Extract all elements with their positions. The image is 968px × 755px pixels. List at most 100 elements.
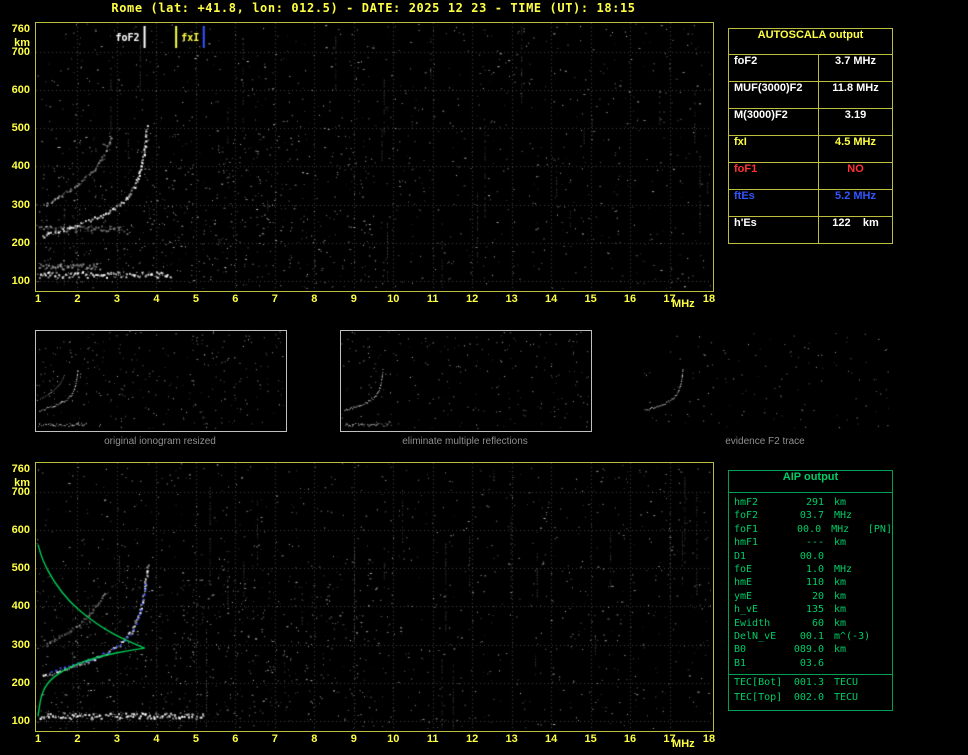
autoscala-row-foF2: foF2 3.7 MHz: [729, 55, 892, 82]
aip-param-value: 089.0: [793, 644, 824, 656]
aip-param-unit: MHz: [834, 563, 853, 575]
autoscala-row-hEs: h'Es 122 km: [729, 217, 892, 243]
bottom-ionogram-y-tick-500: 500: [11, 562, 30, 575]
bottom-ionogram-x-tick-14: 14: [544, 733, 558, 745]
top-ionogram-x-tick-14: 14: [544, 293, 558, 305]
top-ionogram-frame: [35, 22, 714, 292]
autoscala-param-value: 3.7 MHz: [835, 55, 876, 67]
top-ionogram-x-tick-6: 6: [232, 293, 239, 305]
aip-row-B0: B0 089.0 km: [729, 644, 892, 657]
aip-panel-title: AIP output: [729, 471, 892, 493]
autoscala-row-M3000F2: M(3000)F2 3.19: [729, 109, 892, 136]
aip-param-label: TEC[Bot]: [734, 677, 783, 689]
aip-param-label: foF2: [734, 510, 759, 522]
bottom-ionogram-y-tick-600: 600: [11, 524, 30, 537]
top-ionogram-x-tick-16: 16: [623, 293, 637, 305]
top-ionogram-y-tick-100: 100: [11, 275, 30, 287]
aip-param-value: 00.0: [799, 550, 824, 562]
bottom-ionogram-x-tick-6: 6: [232, 733, 239, 745]
autoscala-param-label: fxI: [729, 136, 819, 162]
top-ionogram-y-axis: 760 700 600 500 400 300 200 100 km: [0, 22, 33, 290]
aip-row-hmF1: hmF1 --- km: [729, 537, 892, 550]
aip-output-panel: AIP output hmF2 291 km foF2 03.7 MHz foF1 00.0 M…: [728, 470, 893, 711]
autoscala-param-label: foF2: [729, 55, 819, 81]
autoscala-row-MUF3000F2: MUF(3000)F2 11.8 MHz: [729, 82, 892, 109]
aip-param-value: 60: [811, 617, 824, 629]
aip-param-label: h_vE: [734, 604, 759, 616]
top-ionogram-x-tick-2: 2: [74, 293, 81, 305]
top-ionogram-x-tick-1: 1: [34, 293, 42, 305]
aip-param-unit: TECU: [834, 692, 859, 704]
bottom-ionogram-x-tick-18: 18: [702, 733, 716, 745]
aip-param-value: 110: [805, 577, 824, 589]
aip-row-foF2: foF2 03.7 MHz: [729, 510, 892, 523]
aip-param-value: 135: [805, 604, 824, 616]
autoscala-param-label: MUF(3000)F2: [729, 82, 819, 108]
aip-row-Ewidth: Ewidth 60 km: [729, 618, 892, 631]
top-ionogram-x-tick-9: 9: [350, 293, 357, 305]
aip-param-value: ---: [805, 537, 824, 549]
bottom-ionogram-x-tick-9: 9: [350, 733, 357, 745]
aip-result-rows: hmF2 291 km foF2 03.7 MHz foF1 00.0 MHz [PN] hmF1 -…: [729, 493, 892, 706]
autoscala-param-value: 4.5 MHz: [835, 136, 876, 148]
aip-row-B1: B1 03.6: [729, 658, 892, 671]
autoscala-panel-title: AUTOSCALA output: [729, 29, 892, 55]
aip-row-hmF2: hmF2 291 km: [729, 497, 892, 510]
inverted-ionogram-plot: 760 700 600 500 400 300 200 100 km 1 2 3 4 5 6 7 8 9 10 11 1…: [0, 462, 740, 755]
thumbnail-canvas-0: [36, 331, 284, 429]
autoscala-param-value: 3.19: [844, 109, 867, 121]
bottom-ionogram-x-axis-unit: MHz: [672, 738, 695, 750]
top-ionogram-canvas: [36, 23, 711, 289]
top-ionogram-y-axis-unit: km: [14, 37, 30, 49]
thumbnail-caption-1: eliminate multiple reflections: [402, 436, 528, 447]
aip-param-unit: km: [834, 617, 847, 629]
aip-row-hmE: hmE 110 km: [729, 577, 892, 590]
autoscala-param-label: h'Es: [729, 217, 819, 243]
bottom-ionogram-x-tick-7: 7: [271, 733, 278, 745]
bottom-ionogram-x-tick-2: 2: [74, 733, 81, 745]
thumbnail-0: original ionogram resized: [35, 330, 287, 447]
top-ionogram-y-tick-760: 760: [11, 23, 30, 35]
top-ionogram-y-tick-600: 600: [11, 84, 30, 97]
aip-param-value: 00.1: [799, 630, 824, 642]
autoscala-param-label: foF1: [729, 163, 819, 189]
autoscala-param-label: M(3000)F2: [729, 109, 819, 135]
top-ionogram-x-tick-7: 7: [271, 293, 278, 305]
top-ionogram-y-tick-500: 500: [11, 122, 30, 135]
aip-param-label: hmE: [734, 577, 753, 589]
top-ionogram-x-tick-3: 3: [113, 293, 120, 305]
thumbnail-caption-0: original ionogram resized: [104, 436, 216, 447]
aip-row-DelNvE: DelN_vE 00.1 m^(-3): [729, 631, 892, 644]
aip-param-label: ymE: [734, 590, 753, 602]
top-ionogram-x-tick-10: 10: [387, 293, 400, 305]
aip-param-unit: km: [834, 590, 847, 602]
aip-param-unit: km: [834, 497, 847, 508]
autoscala-row-ftEs: ftEs 5.2 MHz: [729, 190, 892, 217]
aip-param-unit: MHz: [834, 510, 853, 522]
bottom-ionogram-x-tick-15: 15: [584, 733, 597, 745]
top-ionogram-x-axis-unit: MHz: [672, 298, 695, 310]
aip-param-unit: MHz: [831, 523, 850, 535]
aip-param-value: 1.0: [805, 563, 824, 575]
aip-param-unit: km: [834, 537, 847, 549]
bottom-ionogram-x-axis: 1 2 3 4 5 6 7 8 9 10 11 12 13 14 15 16 17 18 MHz: [0, 732, 740, 752]
autoscala-output-panel: AUTOSCALA output foF2 3.7 MHz MUF(3000)F2 1…: [728, 28, 893, 244]
bottom-ionogram-x-tick-16: 16: [623, 733, 637, 745]
aip-param-label: foE: [734, 563, 753, 575]
aip-param-label: Ewidth: [734, 617, 771, 629]
top-ionogram-x-tick-5: 5: [192, 293, 199, 305]
aip-row-TECBot: TEC[Bot] 001.3 TECU: [729, 674, 892, 692]
aip-param-label: foF1: [734, 523, 759, 535]
bottom-ionogram-x-tick-11: 11: [426, 733, 439, 745]
autoscala-row-foF1: foF1 NO: [729, 163, 892, 190]
aip-param-value: 03.6: [799, 657, 824, 669]
aip-param-unit: [834, 551, 872, 564]
autoscala-param-value: 122 km: [832, 217, 879, 229]
thumbnail-canvas-1: [341, 331, 589, 429]
aip-param-value: 03.7: [799, 510, 824, 522]
aip-param-label: hmF1: [734, 537, 759, 549]
aip-param-unit: m^(-3): [834, 630, 871, 642]
top-ionogram-x-tick-11: 11: [426, 293, 439, 305]
bottom-ionogram-x-tick-3: 3: [113, 733, 120, 745]
aip-param-value: 00.0: [797, 523, 822, 535]
